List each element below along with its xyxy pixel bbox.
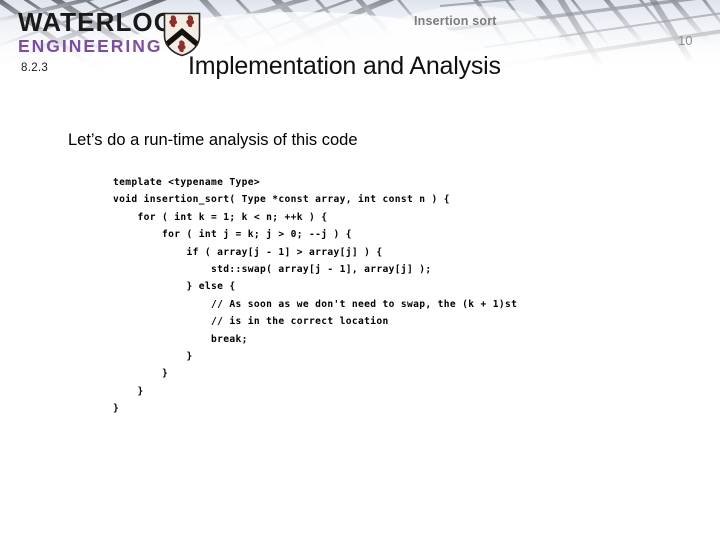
slide-header-band: WATERLOO ENGINEERING 8.2.3 Insertion sor… bbox=[0, 0, 720, 92]
code-line: std::swap( array[j - 1], array[j] ); bbox=[113, 263, 432, 275]
code-line: } bbox=[113, 403, 120, 415]
waterloo-shield-crest-icon bbox=[163, 12, 201, 57]
code-line: } else { bbox=[113, 281, 236, 293]
slide-title: Implementation and Analysis bbox=[188, 52, 501, 80]
code-line: void insertion_sort( Type *const array, … bbox=[113, 194, 450, 206]
slide-canvas: WATERLOO ENGINEERING 8.2.3 Insertion sor… bbox=[0, 0, 720, 540]
page-number-label: 10 bbox=[678, 33, 693, 48]
code-line: for ( int k = 1; k < n; ++k ) { bbox=[113, 211, 328, 223]
topic-label: Insertion sort bbox=[414, 14, 497, 28]
code-listing: template <typename Type> void insertion_s… bbox=[113, 174, 517, 417]
code-line: for ( int j = k; j > 0; --j ) { bbox=[113, 229, 352, 241]
code-line: } bbox=[113, 350, 193, 362]
code-line: } bbox=[113, 368, 169, 380]
code-line: // As soon as we don't need to swap, the… bbox=[113, 298, 518, 310]
code-line: template <typename Type> bbox=[113, 177, 261, 188]
code-line: break; bbox=[113, 333, 248, 345]
code-line: if ( array[j - 1] > array[j] ) { bbox=[113, 246, 383, 258]
section-number-label: 8.2.3 bbox=[21, 62, 49, 74]
code-line: } bbox=[113, 385, 144, 397]
code-line: // is in the correct location bbox=[113, 316, 389, 328]
lead-bullet-text: Let’s do a run-time analysis of this cod… bbox=[68, 131, 358, 149]
